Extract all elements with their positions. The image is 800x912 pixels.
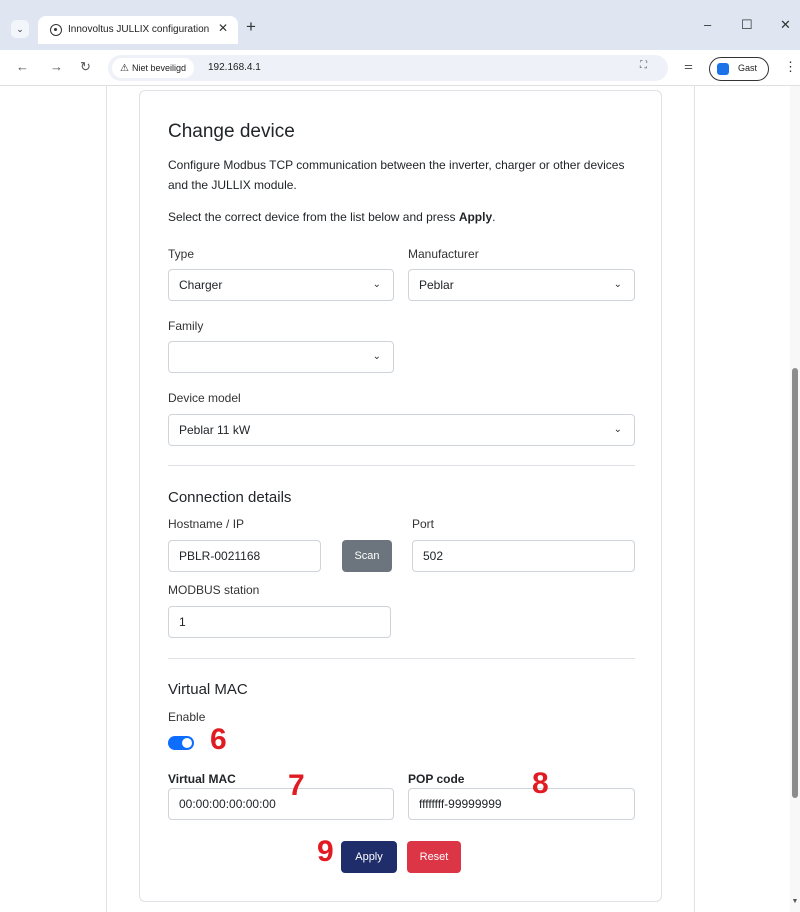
annotation-marker-8: 8 (532, 767, 549, 800)
manufacturer-select[interactable]: Peblar ⌄ (408, 269, 635, 301)
page-viewport: ▼ Change device Configure Modbus TCP com… (0, 86, 800, 912)
translate-icon[interactable]: ⛶ (640, 60, 647, 71)
chevron-down-icon: ⌄ (613, 279, 622, 290)
guest-avatar-icon (717, 63, 729, 75)
close-window-icon[interactable]: ✕ (780, 17, 791, 33)
page-title: Change device (168, 121, 295, 142)
enable-virtual-mac-toggle[interactable] (168, 736, 194, 750)
modbus-station-label: MODBUS station (168, 583, 260, 597)
instruction-text: Select the correct device from the list … (168, 207, 638, 227)
device-model-label: Device model (168, 391, 241, 405)
url-text: 192.168.4.1 (208, 62, 261, 73)
search-tabs-icon[interactable]: ⌄ (11, 20, 29, 38)
hostname-label: Hostname / IP (168, 517, 245, 531)
hostname-input[interactable]: PBLR-0021168 (168, 540, 321, 572)
security-label: Niet beveiligd (131, 63, 186, 73)
annotation-marker-7: 7 (288, 769, 305, 802)
annotation-marker-9: 9 (317, 835, 334, 868)
new-tab-button[interactable]: + (246, 17, 256, 37)
virtual-mac-heading: Virtual MAC (168, 681, 248, 698)
type-label: Type (168, 247, 195, 261)
type-select[interactable]: Charger ⌄ (168, 269, 394, 301)
cast-icon[interactable]: ⚌ (684, 61, 693, 72)
globe-icon (50, 24, 62, 36)
minimize-icon[interactable]: – (704, 17, 711, 32)
instruction-suffix: . (492, 210, 496, 224)
reload-icon[interactable]: ↻ (80, 59, 91, 75)
instruction-prefix: Select the correct device from the list … (168, 210, 459, 224)
back-arrow-icon[interactable]: ← (16, 59, 29, 74)
intro-text: Configure Modbus TCP communication betwe… (168, 158, 625, 192)
virtual-mac-value: 00:00:00:00:00:00 (179, 797, 276, 811)
tab-title: Innovoltus JULLIX configuration (68, 24, 210, 35)
chevron-down-icon: ⌄ (372, 351, 381, 362)
port-input[interactable]: 502 (412, 540, 635, 572)
menu-kebab-icon[interactable]: ⋮ (784, 59, 797, 75)
type-value: Charger (179, 278, 223, 292)
manufacturer-value: Peblar (419, 278, 454, 292)
modbus-station-value: 1 (179, 615, 186, 629)
hostname-value: PBLR-0021168 (179, 549, 261, 563)
manufacturer-label: Manufacturer (408, 247, 479, 261)
browser-tab-bar: ⌄ Innovoltus JULLIX configuration ✕ + – … (0, 0, 800, 50)
apply-button[interactable]: Apply (341, 841, 397, 873)
pop-code-input[interactable]: ffffffff-99999999 (408, 788, 635, 820)
security-chip[interactable]: ⚠ Niet beveiligd (112, 58, 194, 78)
maximize-icon[interactable]: ☐ (741, 17, 753, 33)
section-divider (168, 658, 635, 659)
chevron-down-icon: ⌄ (372, 279, 381, 290)
tab-close-icon[interactable]: ✕ (218, 21, 228, 35)
connection-details-heading: Connection details (168, 489, 292, 506)
pop-code-value: ffffffff-99999999 (419, 797, 502, 811)
pop-code-label: POP code (408, 772, 465, 786)
virtual-mac-label: Virtual MAC (168, 772, 236, 786)
instruction-bold: Apply (458, 210, 493, 224)
scrollbar-thumb[interactable] (792, 368, 798, 798)
scroll-down-icon[interactable]: ▼ (790, 898, 800, 905)
modbus-station-input[interactable]: 1 (168, 606, 391, 638)
section-divider (168, 465, 635, 466)
change-device-card: Change device Configure Modbus TCP commu… (139, 90, 662, 902)
layout-divider-left (106, 86, 107, 912)
family-label: Family (168, 319, 204, 333)
browser-toolbar: ← → ↻ ⚠ Niet beveiligd 192.168.4.1 ⛶ ⚌ Ga… (0, 50, 800, 86)
port-label: Port (412, 517, 435, 531)
enable-label: Enable (168, 710, 206, 724)
warning-icon: ⚠ (120, 63, 129, 74)
device-model-value: Peblar 11 kW (179, 423, 251, 437)
family-select[interactable]: ⌄ (168, 341, 394, 373)
profile-label: Gast (738, 63, 758, 73)
device-model-select[interactable]: Peblar 11 kW ⌄ (168, 414, 635, 446)
layout-divider-right (694, 86, 695, 912)
browser-tab[interactable]: Innovoltus JULLIX configuration ✕ (38, 16, 238, 44)
address-bar[interactable]: ⚠ Niet beveiligd 192.168.4.1 ⛶ (108, 55, 668, 81)
toggle-knob (182, 738, 192, 748)
scan-button[interactable]: Scan (342, 540, 392, 572)
annotation-marker-6: 6 (210, 723, 227, 756)
profile-button[interactable]: Gast (709, 57, 769, 81)
forward-arrow-icon[interactable]: → (50, 59, 63, 74)
virtual-mac-input[interactable]: 00:00:00:00:00:00 (168, 788, 394, 820)
reset-button[interactable]: Reset (407, 841, 461, 873)
port-value: 502 (423, 549, 444, 563)
chevron-down-icon: ⌄ (613, 424, 622, 435)
